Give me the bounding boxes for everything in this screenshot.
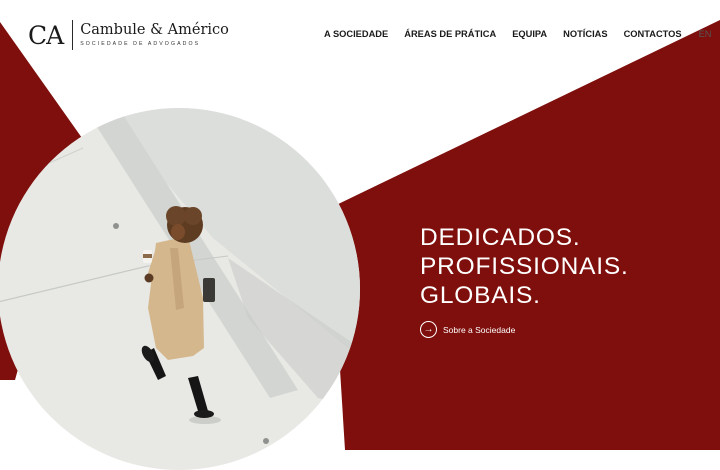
hero-text: DEDICADOS. PROFISSIONAIS. GLOBAIS. → Sob…: [420, 223, 629, 338]
hero-headline-line-2: PROFISSIONAIS.: [420, 253, 629, 280]
language-switch[interactable]: EN: [699, 29, 712, 39]
hero-headline-line-3: GLOBAIS.: [420, 282, 541, 309]
logo-divider: [72, 20, 74, 50]
nav-item-a-sociedade[interactable]: A SOCIEDADE: [324, 29, 388, 39]
about-link[interactable]: → Sobre a Sociedade: [420, 321, 629, 338]
nav-item-areas-de-pratica[interactable]: ÁREAS DE PRÁTICA: [404, 29, 496, 39]
brand-logo[interactable]: CA Cambule & Américo SOCIEDADE DE ADVOGA…: [28, 20, 229, 50]
site-header: CA Cambule & Américo SOCIEDADE DE ADVOGA…: [0, 0, 720, 70]
logo-monogram: CA: [28, 20, 64, 50]
nav-item-noticias[interactable]: NOTÍCIAS: [563, 29, 607, 39]
nav-item-equipa[interactable]: EQUIPA: [512, 29, 547, 39]
about-link-label: Sobre a Sociedade: [443, 324, 516, 335]
brand-name: Cambule & Américo: [80, 21, 229, 38]
brand-subtitle: SOCIEDADE DE ADVOGADOS: [80, 41, 201, 48]
logo-wordmark: Cambule & Américo SOCIEDADE DE ADVOGADOS: [80, 23, 229, 48]
arrow-right-icon: →: [420, 321, 437, 338]
main-nav: A SOCIEDADE ÁREAS DE PRÁTICA EQUIPA NOTÍ…: [324, 29, 712, 39]
nav-item-contactos[interactable]: CONTACTOS: [624, 29, 682, 39]
hero-photo-illustration: [0, 108, 360, 470]
hero-headline-line-1: DEDICADOS.: [420, 224, 581, 251]
hero-photo: [0, 108, 360, 470]
